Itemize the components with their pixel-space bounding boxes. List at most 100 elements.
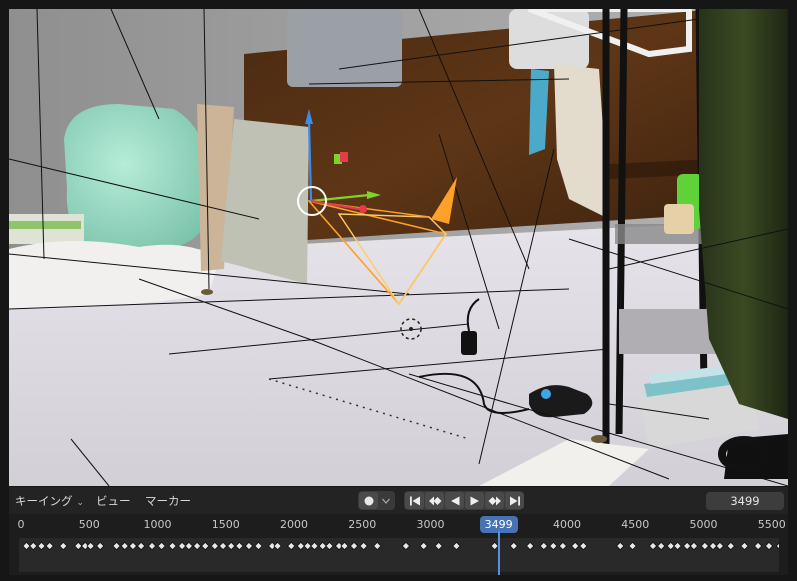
ruler-tick-label: 4500 bbox=[621, 518, 650, 531]
record-button[interactable] bbox=[359, 492, 378, 509]
keyframe-diamond[interactable] bbox=[310, 541, 319, 551]
keyframe-diamond[interactable] bbox=[657, 541, 666, 551]
ruler-tick-label: 0 bbox=[17, 518, 25, 531]
ruler-tick-label: 2000 bbox=[280, 518, 308, 531]
keyframe-diamond[interactable] bbox=[254, 541, 263, 551]
keyframe-diamond[interactable] bbox=[571, 541, 580, 551]
keyframe-diamond[interactable] bbox=[244, 541, 254, 551]
keyframe-diamond[interactable] bbox=[689, 541, 699, 551]
keyframe-diamond[interactable] bbox=[168, 541, 177, 551]
keyframe-diamond[interactable] bbox=[218, 541, 228, 551]
keyframe-diamond[interactable] bbox=[273, 541, 282, 551]
keyframe-diamond[interactable] bbox=[37, 541, 46, 551]
view-menu[interactable]: ビュー bbox=[93, 492, 134, 510]
keyframe-diamond[interactable] bbox=[318, 541, 327, 551]
keyframe-diamond[interactable] bbox=[227, 541, 236, 551]
keyframe-diamond[interactable] bbox=[192, 541, 202, 551]
viewport-scene bbox=[9, 9, 788, 486]
keyframe-diamond[interactable] bbox=[648, 541, 658, 551]
keying-menu[interactable]: キーイング ⌄ bbox=[12, 492, 87, 510]
keyframe-diamond[interactable] bbox=[86, 541, 95, 551]
keyframe-diamond[interactable] bbox=[177, 541, 187, 551]
blender-window: キーイング ⌄ ビュー マーカー 3499 0 500 1000 1500 20… bbox=[0, 0, 797, 581]
next-keyframe-button[interactable] bbox=[485, 492, 504, 509]
keyframe-diamond[interactable] bbox=[764, 541, 774, 551]
record-icon bbox=[364, 496, 373, 505]
keyframe-diamond[interactable] bbox=[616, 541, 625, 551]
record-options-button[interactable] bbox=[378, 492, 393, 509]
play-icon bbox=[470, 496, 479, 505]
x-axis-handle[interactable] bbox=[359, 205, 367, 213]
keyframe-diamond[interactable] bbox=[22, 541, 31, 551]
keyframe-diamond[interactable] bbox=[682, 541, 692, 551]
play-button[interactable] bbox=[465, 492, 484, 509]
keyframe-diamond[interactable] bbox=[296, 541, 305, 551]
keyframe-diamond[interactable] bbox=[373, 541, 382, 551]
keyframe-diamond[interactable] bbox=[525, 541, 535, 551]
teal-pillow bbox=[64, 104, 214, 254]
keyframe-diamond[interactable] bbox=[147, 541, 157, 551]
current-frame-field[interactable]: 3499 bbox=[706, 492, 784, 510]
next-keyframe-icon bbox=[488, 496, 501, 505]
frame-ruler[interactable]: 0 500 1000 1500 2000 2500 3000 3499 4000 4500 5000… bbox=[9, 514, 788, 536]
keyframe-diamond[interactable] bbox=[509, 541, 518, 551]
keyframe-diamond[interactable] bbox=[201, 541, 210, 551]
keyframe-diamond[interactable] bbox=[349, 541, 359, 551]
keyframe-diamond[interactable] bbox=[715, 541, 725, 551]
timeline-header: キーイング ⌄ ビュー マーカー 3499 bbox=[9, 487, 788, 514]
play-reverse-button[interactable] bbox=[445, 492, 464, 509]
keyframe-track[interactable] bbox=[19, 538, 779, 572]
timeline-editor: キーイング ⌄ ビュー マーカー 3499 0 500 1000 1500 20… bbox=[9, 487, 788, 575]
jump-to-end-button[interactable] bbox=[505, 492, 524, 509]
keyframe-diamond[interactable] bbox=[128, 541, 138, 551]
keyframe-diamond[interactable] bbox=[549, 541, 558, 551]
keyframe-diamond[interactable] bbox=[401, 541, 411, 551]
keyframe-diamond[interactable] bbox=[59, 541, 68, 551]
keyframe-diamond[interactable] bbox=[666, 541, 675, 551]
keyframe-diamond[interactable] bbox=[303, 541, 312, 551]
keyframe-diamond[interactable] bbox=[210, 541, 219, 551]
keyframe-diamond[interactable] bbox=[628, 541, 637, 551]
keyframe-diamond[interactable] bbox=[700, 541, 710, 551]
keyframe-diamond[interactable] bbox=[45, 541, 54, 551]
keyframe-diamond[interactable] bbox=[74, 541, 83, 551]
keyframe-diamond[interactable] bbox=[340, 541, 349, 551]
keyframe-diamond[interactable] bbox=[740, 541, 749, 551]
playhead[interactable] bbox=[497, 531, 500, 575]
jump-to-start-button[interactable] bbox=[405, 492, 424, 509]
keyframe-diamond[interactable] bbox=[673, 541, 682, 551]
keyframe-diamond[interactable] bbox=[96, 541, 105, 551]
keyframe-diamond[interactable] bbox=[184, 541, 194, 551]
keyframes-layer bbox=[22, 541, 779, 551]
keyframe-diamond[interactable] bbox=[235, 541, 244, 551]
keyframe-diamond[interactable] bbox=[434, 541, 443, 551]
keyframe-diamond[interactable] bbox=[359, 541, 368, 551]
keyframe-diamond[interactable] bbox=[112, 541, 121, 551]
grey-board bbox=[221, 119, 309, 284]
keyframe-diamond[interactable] bbox=[775, 542, 779, 550]
keyframe-diamond[interactable] bbox=[120, 541, 129, 551]
ruler-tick-label: 2500 bbox=[348, 518, 377, 531]
marker-menu[interactable]: マーカー bbox=[142, 492, 194, 510]
keyframe-diamond[interactable] bbox=[136, 541, 146, 551]
chevron-down-icon: ⌄ bbox=[76, 498, 85, 508]
keyframe-diamond[interactable] bbox=[558, 541, 568, 551]
keyframe-diamond[interactable] bbox=[452, 541, 461, 551]
keyframe-diamond[interactable] bbox=[325, 541, 334, 551]
keyframe-diamond[interactable] bbox=[29, 541, 38, 551]
chevron-down-icon bbox=[381, 498, 390, 504]
keyframe-diamond[interactable] bbox=[157, 541, 166, 551]
keyframe-diamond[interactable] bbox=[726, 541, 735, 551]
keyframe-diamond[interactable] bbox=[708, 541, 718, 551]
ruler-tick-label: 1000 bbox=[143, 518, 172, 531]
keyframe-diamond[interactable] bbox=[287, 541, 296, 551]
charger bbox=[461, 331, 477, 355]
previous-keyframe-button[interactable] bbox=[425, 492, 444, 509]
keyframe-diamond[interactable] bbox=[579, 541, 588, 551]
ruler-tick-label: 4000 bbox=[553, 518, 581, 531]
keyframe-diamond[interactable] bbox=[539, 541, 548, 551]
keyframe-diamond[interactable] bbox=[753, 541, 763, 551]
jump-to-end-icon bbox=[509, 496, 520, 505]
3d-viewport[interactable] bbox=[9, 9, 788, 486]
keyframe-diamond[interactable] bbox=[419, 541, 428, 551]
